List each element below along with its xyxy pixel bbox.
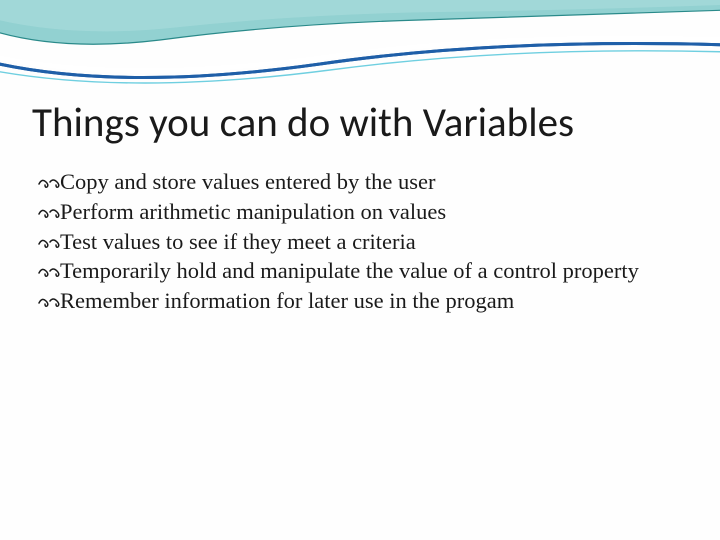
list-item-text: Perform arithmetic manipulation on value… [60,199,446,224]
bullet-list: Copy and store values entered by the use… [38,168,680,317]
slide-title: Things you can do with Variables [32,98,574,148]
flourish-bullet-icon [38,259,60,283]
list-item: Copy and store values entered by the use… [38,168,680,197]
list-item-text: Test values to see if they meet a criter… [60,229,416,254]
list-item: Test values to see if they meet a criter… [38,228,680,257]
list-item-text: Temporarily hold and manipulate the valu… [60,258,639,283]
list-item: Perform arithmetic manipulation on value… [38,198,680,227]
flourish-bullet-icon [38,230,60,254]
wave-svg [0,0,720,90]
decorative-wave-header [0,0,720,90]
list-item-text: Copy and store values entered by the use… [60,169,436,194]
list-item: Temporarily hold and manipulate the valu… [38,257,680,286]
list-item: Remember information for later use in th… [38,287,680,316]
flourish-bullet-icon [38,170,60,194]
list-item-text: Remember information for later use in th… [60,288,514,313]
flourish-bullet-icon [38,200,60,224]
flourish-bullet-icon [38,289,60,313]
